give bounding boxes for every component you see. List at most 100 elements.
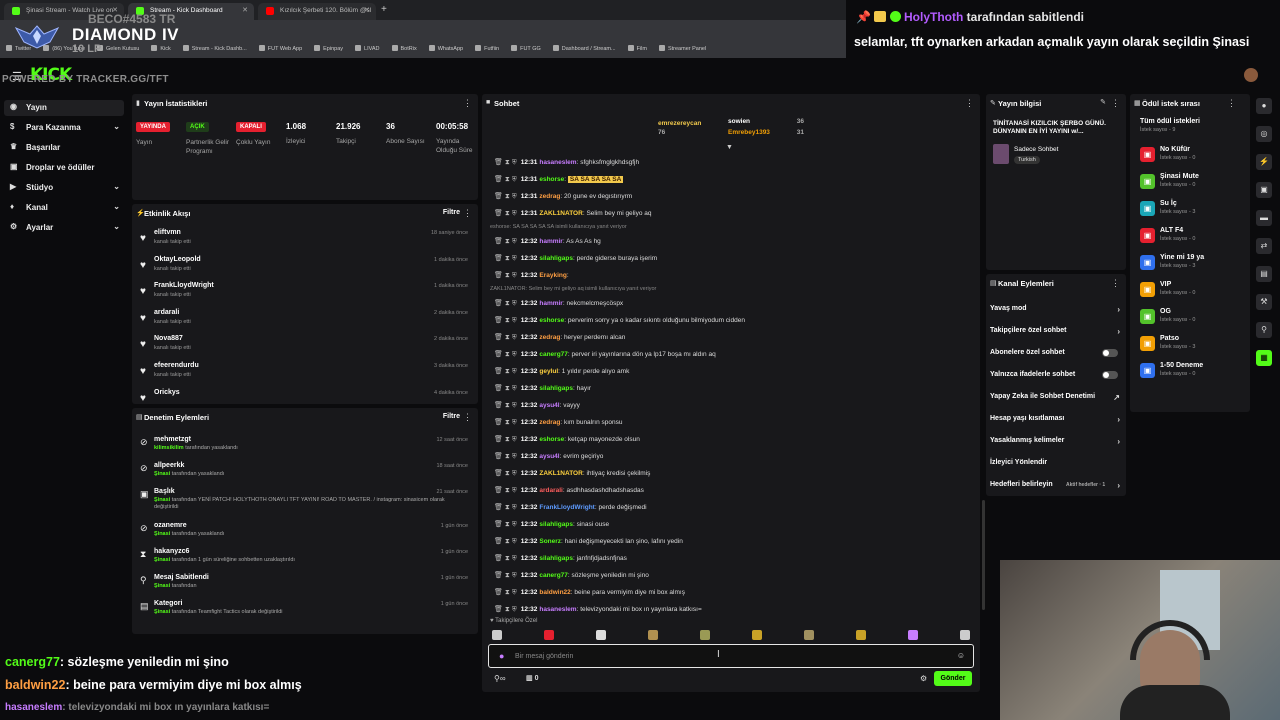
mod-actions-icon[interactable]: 🗑 ⧗ ⛨ [494,210,517,217]
sidebar-item-0[interactable]: ◉ Yayın [4,100,124,116]
rail-button-icon[interactable]: ▣ [1256,182,1272,198]
reward-item[interactable]: ▣Su İçİstek sayısı - 3› [1140,200,1250,226]
moderation-actor[interactable]: Şinasi [154,609,170,615]
bookmark-item[interactable]: Kick [151,45,171,52]
sidebar-item-4[interactable]: ▶ Stüdyo ⌄ [4,180,124,196]
bookmark-item[interactable]: Stream - Kick Dashb... [182,45,247,52]
activity-user[interactable]: FrankLloydWright [154,282,214,289]
more-options-icon[interactable]: ⋮ [1227,98,1236,109]
channel-action-item[interactable]: Abonelere özel sohbet [990,349,1124,369]
moderation-actor[interactable]: Şinasi [154,471,170,477]
rail-button-icon[interactable]: ● [1256,98,1272,114]
browser-tab[interactable]: Kızılcık Şerbeti 120. Bölüm @sl ✕ [258,3,376,20]
moderation-target[interactable]: mehmetzgt [154,436,191,443]
message-user[interactable]: zedrag [539,193,560,200]
channel-action-item[interactable]: Yavaş mod › [990,305,1124,325]
mod-actions-icon[interactable]: 🗑 ⧗ ⛨ [494,176,517,183]
moderation-actor[interactable]: Şinasi [154,583,170,589]
filter-button[interactable]: Filtre [443,413,460,420]
mod-actions-icon[interactable]: 🗑 ⧗ ⛨ [494,272,517,279]
reward-item[interactable]: ▣1-50 Denemeİstek sayısı - 0› [1140,362,1250,388]
top-gifter[interactable]: Emrebey1393 31 [728,129,804,136]
reward-item[interactable]: Tüm ödül istekleriİstek sayısı - 9› [1140,118,1250,144]
edit-icon[interactable]: ✎ [1100,98,1106,106]
reward-item[interactable]: ▣VIPİstek sayısı - 0› [1140,281,1250,307]
chevron-down-icon[interactable]: ⌄ [113,182,120,191]
moderation-target[interactable]: Mesaj Sabitlendi [154,574,209,581]
channel-action-item[interactable]: Yapay Zeka ile Sohbet Denetimi ↗ [990,393,1124,413]
emote-icon[interactable] [804,630,814,640]
mod-actions-icon[interactable]: 🗑 ⧗ ⛨ [494,317,517,324]
mod-actions-icon[interactable]: 🗑 ⧗ ⛨ [494,159,517,166]
new-tab-button[interactable]: + [381,4,387,15]
chevron-right-icon[interactable]: › [1117,481,1120,490]
moderation-actor[interactable]: Şinasi [154,531,170,537]
channel-action-item[interactable]: Takipçilere özel sohbet › [990,327,1124,347]
link-icon[interactable]: ⚲∞ [494,674,506,683]
bookmark-item[interactable]: Epinpay [314,45,343,52]
chevron-down-icon[interactable]: ⌄ [113,122,120,131]
message-user[interactable]: ardarali [539,487,563,494]
chat-input[interactable]: ● Bir mesaj gönderin I ☺ [488,644,974,668]
more-options-icon[interactable]: ⋮ [463,412,472,423]
channel-action-item[interactable]: Hesap yaşı kısıtlaması › [990,415,1124,435]
collapse-icon[interactable]: ▼ [726,144,733,151]
message-user[interactable]: silahligaps [539,521,573,528]
message-user[interactable]: zedrag [539,334,560,341]
sidebar-item-2[interactable]: ♛ Başarılar [4,140,124,156]
mod-actions-icon[interactable]: 🗑 ⧗ ⛨ [494,589,517,596]
sidebar-item-6[interactable]: ⚙ Ayarlar ⌄ [4,220,124,236]
rail-button-icon[interactable]: ⚡ [1256,154,1272,170]
close-icon[interactable]: ✕ [364,6,370,14]
chevron-right-icon[interactable]: › [1117,327,1120,336]
mod-actions-icon[interactable]: 🗑 ⧗ ⛨ [494,487,517,494]
bookmark-item[interactable]: Futfiin [475,45,499,52]
bookmark-item[interactable]: Film [627,45,647,52]
moderation-actor[interactable]: Şinasi [154,497,170,503]
emoji-icon[interactable]: ☺ [957,651,965,660]
emote-icon[interactable] [700,630,710,640]
message-user[interactable]: canerg77 [539,351,568,358]
more-options-icon[interactable]: ⋮ [1111,98,1120,109]
mod-actions-icon[interactable]: 🗑 ⧗ ⛨ [494,555,517,562]
channel-action-item[interactable]: Yalnızca ifadelerle sohbet [990,371,1124,391]
chevron-right-icon[interactable]: › [1117,415,1120,424]
reward-item[interactable]: ▣Yine mi 19 yaİstek sayısı - 3› [1140,254,1250,280]
message-user[interactable]: geylul [539,368,558,375]
toggle-switch[interactable] [1102,349,1118,357]
bookmark-item[interactable]: Gelen Kutusu [97,45,139,52]
mod-actions-icon[interactable]: 🗑 ⧗ ⛨ [494,538,517,545]
bookmark-item[interactable]: FUT GG [511,45,541,52]
bookmark-item[interactable]: LIVAD [355,45,380,52]
channel-action-item[interactable]: Yasaklanmış kelimeler › [990,437,1124,457]
message-user[interactable]: eshorse [539,317,564,324]
reward-item[interactable]: ▣No Küfürİstek sayısı - 0› [1140,146,1250,172]
message-user[interactable]: aysu4l [539,453,559,460]
message-user[interactable]: ZAKL1NATOR [539,210,582,217]
message-user[interactable]: Erayking [539,272,566,279]
mod-actions-icon[interactable]: 🗑 ⧗ ⛨ [494,606,517,613]
channel-action-item[interactable]: İzleyici Yönlendir [990,459,1124,479]
sidebar-item-3[interactable]: ▣ Droplar ve ödüller [4,160,124,176]
rail-button-icon[interactable]: ⇄ [1256,238,1272,254]
chevron-down-icon[interactable]: ⌄ [113,202,120,211]
gear-icon[interactable]: ⚙ [920,674,927,683]
mod-actions-icon[interactable]: 🗑 ⧗ ⛨ [494,238,517,245]
message-user[interactable]: FrankLloydWright [539,504,595,511]
message-user[interactable]: Sonerz [539,538,561,545]
top-gifter[interactable]: emrezereycan 76 [658,120,718,136]
activity-user[interactable]: OktayLeopold [154,256,201,263]
reward-item[interactable]: ▣ALT F4İstek sayısı - 0› [1140,227,1250,253]
activity-user[interactable]: ardarali [154,309,179,316]
mod-actions-icon[interactable]: 🗑 ⧗ ⛨ [494,419,517,426]
category-name[interactable]: Sadece Sohbet [1014,146,1058,153]
more-options-icon[interactable]: ⋮ [463,98,472,109]
message-user[interactable]: silahligaps [539,555,573,562]
mod-actions-icon[interactable]: 🗑 ⧗ ⛨ [494,521,517,528]
moderation-target[interactable]: allpeerkk [154,462,184,469]
chevron-right-icon[interactable]: › [1117,437,1120,446]
emote-icon[interactable] [856,630,866,640]
message-user[interactable]: ZAKL1NATOR [539,470,582,477]
filter-button[interactable]: Filtre [443,209,460,216]
emote-icon[interactable] [908,630,918,640]
